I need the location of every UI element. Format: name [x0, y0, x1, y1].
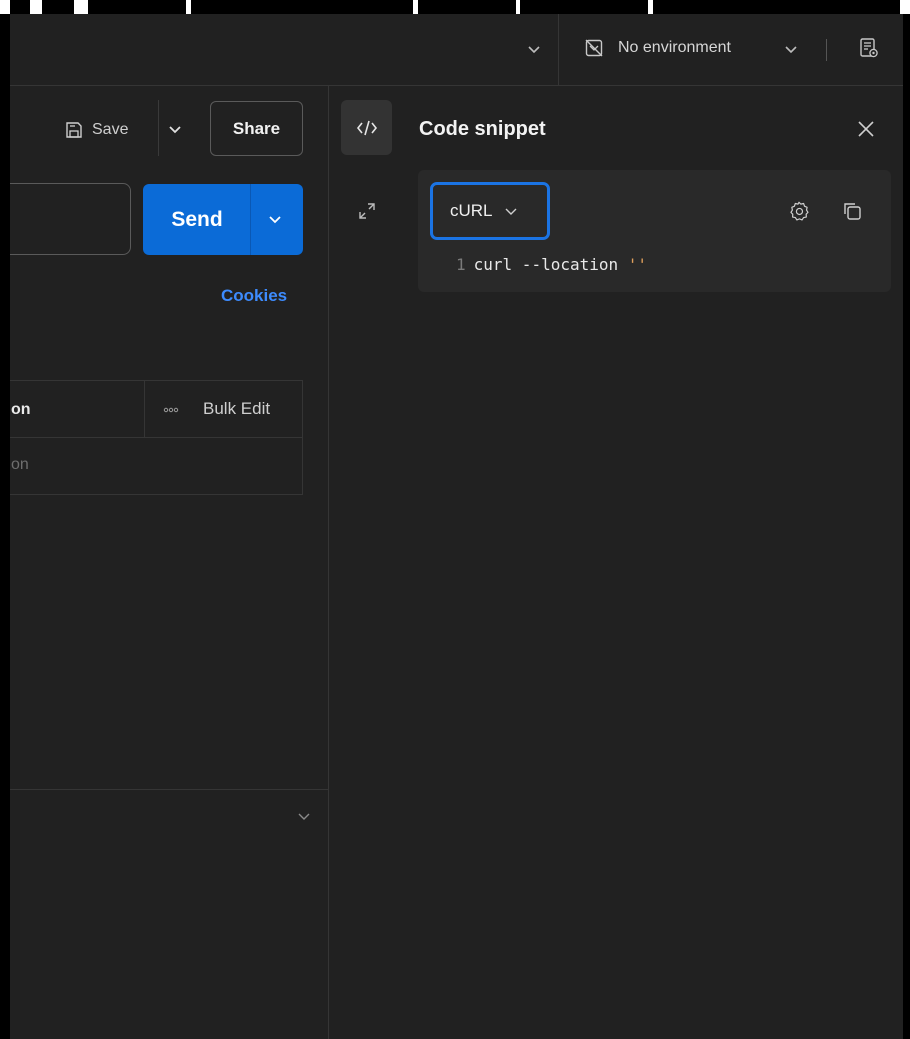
tab-stub[interactable] — [88, 0, 186, 14]
expand-icon[interactable] — [358, 202, 376, 220]
save-button[interactable]: Save — [64, 114, 128, 146]
close-icon[interactable] — [856, 119, 876, 139]
chevron-down-icon — [505, 208, 517, 215]
chevron-down-icon[interactable] — [782, 40, 800, 58]
url-input[interactable] — [10, 183, 131, 255]
tab-stub[interactable] — [42, 0, 74, 14]
app-window: No environment Save Share Send Cookies o… — [10, 14, 903, 1039]
column-divider — [144, 381, 145, 438]
send-button-group: Send — [143, 184, 303, 255]
panel-title: Code snippet — [419, 118, 546, 140]
tab-stub[interactable] — [10, 0, 30, 14]
environment-selector-label[interactable]: No environment — [618, 39, 731, 57]
params-table-header: on Bulk Edit — [10, 381, 302, 438]
browser-tab-strip — [0, 0, 910, 14]
workspace-header: No environment — [10, 14, 903, 86]
environment-quick-look-icon[interactable] — [858, 37, 880, 59]
gear-icon[interactable] — [788, 200, 810, 222]
header-divider — [826, 39, 827, 61]
request-pane: Save Share Send Cookies on Bulk Edit on — [10, 86, 328, 1039]
code-icon — [356, 120, 377, 135]
params-table: on Bulk Edit on — [10, 380, 303, 495]
chevron-down-icon[interactable] — [265, 209, 285, 229]
more-icon[interactable] — [163, 404, 179, 416]
chevron-down-icon[interactable] — [296, 808, 312, 824]
save-icon — [66, 122, 82, 138]
send-divider — [250, 184, 251, 255]
chevron-down-icon[interactable] — [525, 40, 543, 58]
code-text: curl --location — [473, 255, 628, 274]
line-number: 1 — [456, 255, 466, 274]
chevron-down-icon[interactable] — [165, 119, 185, 139]
code-snippet-toggle[interactable] — [341, 100, 392, 155]
code-snippet-panel: Code snippet cURL 1 curl --location '' — [329, 86, 903, 1039]
column-header-description: on — [11, 401, 31, 418]
code-line: 1 curl --location '' — [456, 255, 647, 274]
header-divider — [558, 14, 559, 86]
save-divider — [158, 100, 159, 156]
description-placeholder[interactable]: on — [11, 456, 29, 474]
code-string: '' — [627, 255, 648, 274]
language-select-value: cURL — [450, 201, 493, 220]
tab-stub[interactable] — [191, 0, 413, 14]
no-environment-icon — [585, 39, 603, 57]
copy-icon[interactable] — [841, 200, 863, 222]
tab-stub[interactable] — [418, 0, 516, 14]
code-snippet-box: cURL 1 curl --location '' — [418, 170, 891, 292]
save-label: Save — [92, 121, 129, 138]
response-divider — [10, 789, 328, 790]
tab-stub[interactable] — [520, 0, 648, 14]
language-select[interactable]: cURL — [430, 182, 550, 240]
bulk-edit-button[interactable]: Bulk Edit — [203, 399, 270, 419]
tab-stub[interactable] — [653, 0, 900, 14]
send-button[interactable]: Send — [143, 184, 251, 255]
cookies-link[interactable]: Cookies — [221, 286, 287, 306]
share-button[interactable]: Share — [210, 101, 303, 156]
